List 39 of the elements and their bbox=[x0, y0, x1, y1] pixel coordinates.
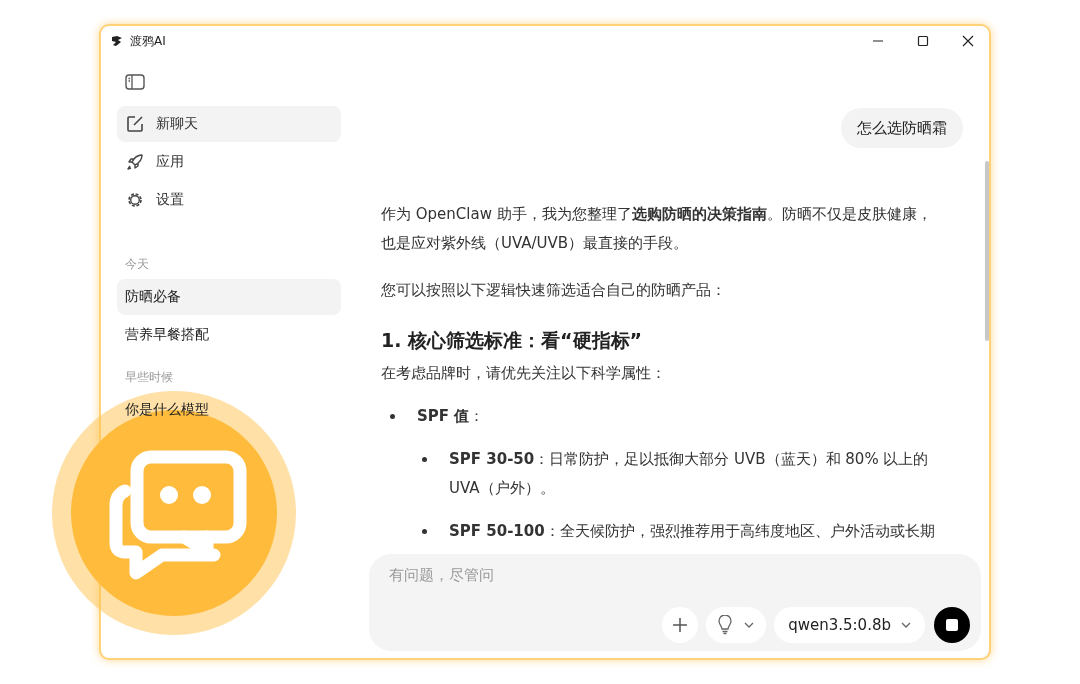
rocket-icon bbox=[126, 153, 144, 171]
window-title: 渡鸦AI bbox=[130, 32, 166, 50]
stop-button[interactable] bbox=[934, 607, 970, 643]
list-item-text: SPF 值： bbox=[417, 406, 486, 427]
bullet-dot bbox=[422, 529, 427, 534]
bullet-dot bbox=[390, 414, 395, 419]
reply-heading: 1. 核心筛选标准：看“硬指标” bbox=[381, 328, 644, 353]
message-input[interactable]: 有问题，尽管问 bbox=[389, 566, 970, 584]
bullet-dot bbox=[422, 457, 427, 462]
caret-icon bbox=[744, 622, 755, 628]
maximize-icon[interactable] bbox=[917, 35, 929, 47]
sidebar-toggle-icon[interactable] bbox=[125, 74, 145, 90]
chat-history-item[interactable]: 你是什么模型 bbox=[117, 392, 341, 428]
stop-icon bbox=[946, 619, 958, 631]
model-selector[interactable]: qwen3.5:0.8b bbox=[774, 607, 925, 643]
nav-item[interactable]: 应用 bbox=[117, 144, 341, 180]
nav-item[interactable]: 新聊天 bbox=[117, 106, 341, 142]
list-item-text: SPF 30-50：日常防护，足以抵御大部分 UVB（蓝天）和 80% 以上的 UVA（户外）。 bbox=[449, 449, 930, 499]
nav-item[interactable]: 设置 bbox=[117, 182, 341, 218]
chat-history-item[interactable]: 营养早餐搭配 bbox=[117, 317, 341, 353]
reply-paragraph: 作为 OpenClaw 助手，我为您整理了选购防晒的决策指南。防晒不仅是皮肤健康，也是应对紫外线（UVA/UVB）最直接的手段。 bbox=[381, 204, 933, 254]
settings-icon bbox=[126, 191, 144, 209]
plus-icon bbox=[672, 617, 689, 633]
user-message: 怎么选防晒霜 bbox=[841, 108, 963, 148]
lightbulb-icon bbox=[718, 615, 733, 635]
add-button[interactable] bbox=[662, 607, 699, 643]
chat-history-item[interactable]: 防晒必备 bbox=[117, 279, 341, 315]
history-heading: 早些时候 bbox=[125, 369, 174, 386]
thinking-toggle-button[interactable] bbox=[706, 607, 767, 643]
close-icon[interactable] bbox=[962, 35, 974, 47]
message-composer[interactable]: 有问题，尽管问 qwen3.5:0.8b bbox=[369, 554, 981, 651]
list-item-text: SPF 50-100：全天候防护，强烈推荐用于高纬度地区、户外活动或长期 bbox=[449, 521, 936, 542]
history-heading: 今天 bbox=[125, 256, 150, 273]
reply-paragraph: 您可以按照以下逻辑快速筛选适合自己的防晒产品： bbox=[381, 280, 727, 301]
scrollbar-thumb[interactable] bbox=[985, 161, 989, 341]
reply-paragraph: 在考虑品牌时，请优先关注以下科学属性： bbox=[381, 363, 667, 384]
edit-icon bbox=[126, 115, 144, 133]
caret-icon bbox=[901, 622, 911, 628]
bird-logo-icon bbox=[110, 34, 124, 48]
